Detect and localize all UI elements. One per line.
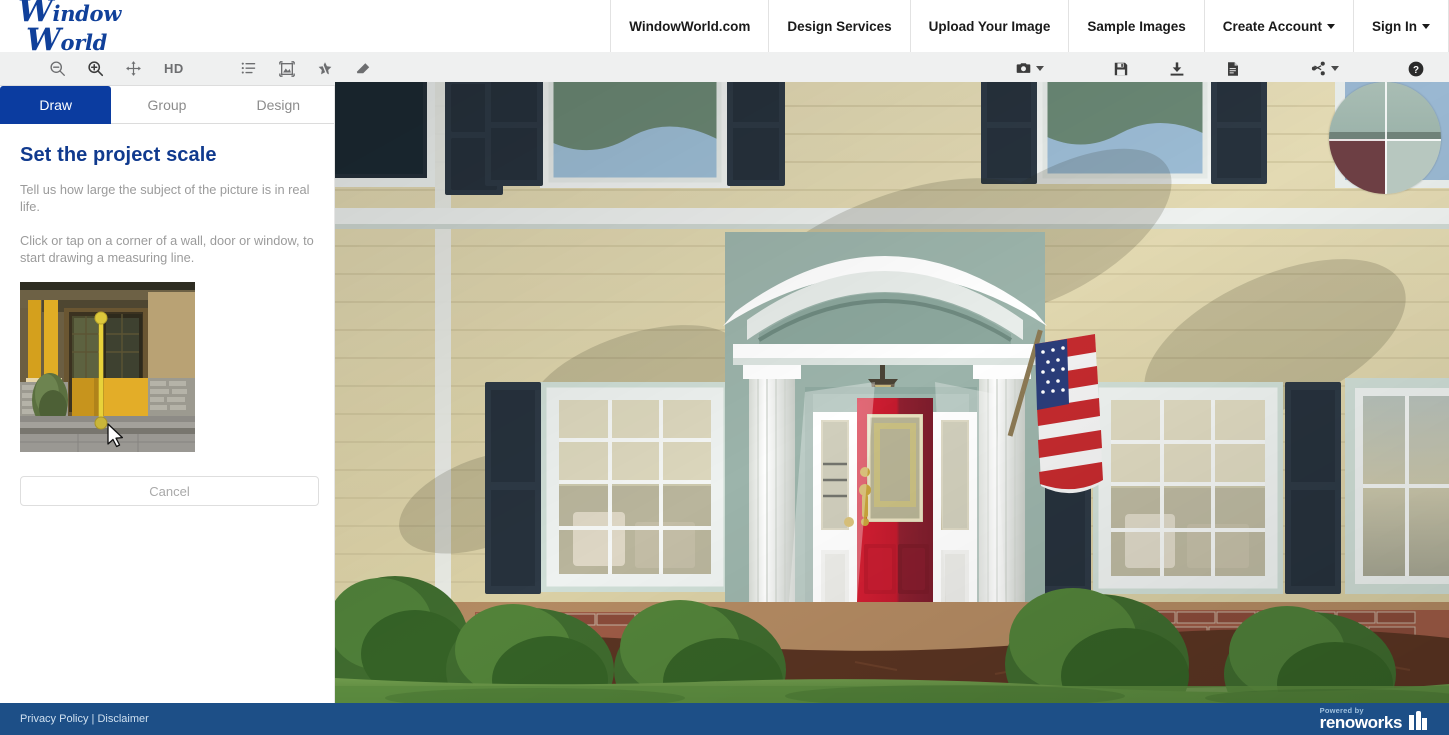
nav-label: Sign In — [1372, 18, 1417, 34]
loupe-bottom-right-region — [1385, 139, 1441, 194]
svg-text:?: ? — [1413, 64, 1419, 75]
left-sidebar: Draw Group Design Set the project scale … — [0, 86, 335, 703]
example-thumbnail — [20, 282, 195, 453]
instruction-paragraph-2: Click or tap on a corner of a wall, door… — [20, 232, 314, 265]
download-icon[interactable] — [1158, 54, 1196, 84]
privacy-policy-link[interactable]: Privacy Policy — [20, 713, 88, 725]
nav-item-create-account[interactable]: Create Account — [1203, 0, 1353, 52]
nav-item-sign-in[interactable]: Sign In — [1353, 0, 1449, 52]
hd-toggle[interactable]: HD — [152, 61, 196, 76]
tab-group[interactable]: Group — [111, 86, 223, 124]
list-icon[interactable] — [230, 54, 268, 84]
logo-bar-3 — [1422, 718, 1427, 731]
renoworks-building-icon — [1409, 711, 1427, 731]
chevron-down-icon — [1327, 23, 1335, 29]
save-icon[interactable] — [1102, 54, 1140, 84]
pan-move-icon[interactable] — [114, 54, 152, 84]
tab-label: Group — [147, 96, 187, 113]
eraser-icon[interactable] — [344, 54, 382, 84]
app-root: Window World WindowWorld.com Design Serv… — [0, 0, 1449, 735]
sidebar-tabs: Draw Group Design — [0, 86, 334, 124]
disclaimer-link[interactable]: Disclaimer — [97, 713, 148, 725]
cancel-button[interactable]: Cancel — [20, 476, 319, 507]
site-footer: Privacy Policy | Disclaimer Powered by r… — [0, 703, 1449, 735]
fit-image-icon[interactable] — [268, 54, 306, 84]
crosshair-vertical — [1385, 82, 1387, 194]
help-icon[interactable]: ? — [1397, 54, 1435, 84]
nav-item-design-services[interactable]: Design Services — [768, 0, 909, 52]
footer-links: Privacy Policy | Disclaimer — [20, 713, 149, 725]
powered-by-text: Powered by renoworks — [1319, 707, 1403, 733]
document-icon[interactable] — [1214, 54, 1252, 84]
nav-item-sample-images[interactable]: Sample Images — [1068, 0, 1203, 52]
nav-label: Create Account — [1222, 18, 1322, 34]
chevron-down-icon — [1422, 23, 1430, 29]
tab-label: Draw — [39, 96, 72, 113]
nav-item-windowworld[interactable]: WindowWorld.com — [610, 0, 768, 52]
loupe-bottom-left-region — [1329, 139, 1385, 194]
footer-separator: | — [91, 713, 95, 725]
main-navigation: WindowWorld.com Design Services Upload Y… — [610, 0, 1449, 52]
toolbar-left-group: HD — [38, 54, 382, 84]
zoom-in-icon[interactable] — [76, 54, 114, 84]
logo-window: indow — [52, 1, 122, 27]
tab-design[interactable]: Design — [222, 86, 334, 124]
tab-label: Design — [256, 96, 301, 113]
nav-label: Sample Images — [1087, 18, 1186, 34]
nav-label: Upload Your Image — [928, 18, 1051, 34]
nav-label: WindowWorld.com — [629, 18, 751, 34]
logo-bar-1 — [1409, 715, 1414, 731]
editor-toolbar: HD ? — [0, 52, 1449, 86]
nav-item-upload-your-image[interactable]: Upload Your Image — [909, 0, 1069, 52]
instruction-paragraph-1: Tell us how large the subject of the pic… — [20, 182, 310, 215]
house-exterior-image: Welcome — [335, 82, 1449, 703]
toolbar-right-group: ? — [1009, 54, 1435, 84]
nav-label: Design Services — [787, 18, 892, 34]
share-icon[interactable] — [1304, 60, 1345, 77]
magic-wand-icon[interactable] — [306, 54, 344, 84]
logo-bar-2 — [1415, 711, 1421, 731]
chevron-down-icon — [1331, 66, 1339, 71]
camera-icon[interactable] — [1009, 60, 1050, 77]
chevron-down-icon — [1036, 66, 1044, 71]
renoworks-wordmark: renoworks — [1319, 713, 1403, 733]
zoom-out-icon[interactable] — [38, 54, 76, 84]
powered-by-renoworks: Powered by renoworks — [1319, 707, 1427, 733]
crosshair-horizontal — [1329, 139, 1441, 142]
draw-panel: Set the project scale Tell us how large … — [0, 124, 334, 507]
magnifier-loupe — [1329, 82, 1441, 194]
tab-draw[interactable]: Draw — [0, 86, 112, 124]
site-header: Window World WindowWorld.com Design Serv… — [0, 0, 1449, 56]
image-canvas[interactable]: Welcome — [335, 82, 1449, 703]
site-logo[interactable]: Window World — [0, 0, 330, 56]
example-thumbnail-graphic — [20, 282, 195, 453]
page-title: Set the project scale — [20, 144, 217, 166]
logo-text: Window World — [18, 0, 122, 56]
